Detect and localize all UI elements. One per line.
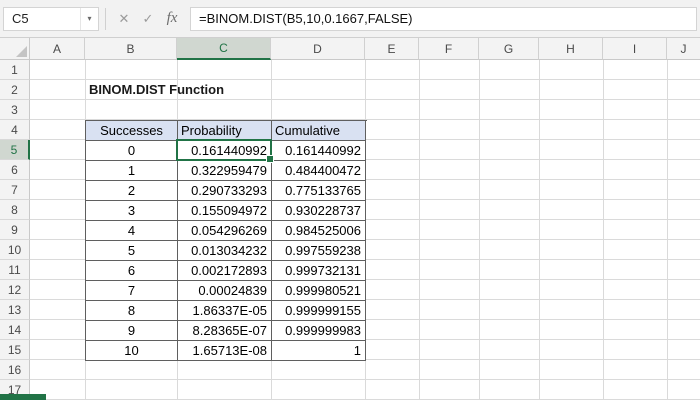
cell-b15[interactable]: 10 bbox=[86, 341, 178, 361]
cell-b12[interactable]: 7 bbox=[86, 281, 178, 301]
cell-d15[interactable]: 1 bbox=[272, 341, 366, 361]
column-headers: A B C D E F G H I J bbox=[0, 38, 700, 60]
row-header-3[interactable]: 3 bbox=[0, 100, 30, 120]
formula-input[interactable] bbox=[190, 6, 697, 31]
column-header-i[interactable]: I bbox=[603, 38, 667, 60]
table-row: 3 0.155094972 0.930228737 bbox=[86, 201, 367, 221]
name-box-input[interactable] bbox=[4, 11, 80, 26]
gridline bbox=[603, 60, 604, 400]
row-header-4[interactable]: 4 bbox=[0, 120, 30, 140]
cell-b10[interactable]: 5 bbox=[86, 241, 178, 261]
column-header-b[interactable]: B bbox=[85, 38, 177, 60]
row-header-5[interactable]: 5 bbox=[0, 140, 30, 160]
cell-c11[interactable]: 0.002172893 bbox=[178, 261, 272, 281]
column-header-j[interactable]: J bbox=[667, 38, 700, 60]
enter-icon[interactable]: ✓ bbox=[136, 7, 160, 31]
cell-c9[interactable]: 0.054296269 bbox=[178, 221, 272, 241]
name-box[interactable]: ▾ bbox=[3, 6, 99, 31]
table-row: 9 8.28365E-07 0.999999983 bbox=[86, 321, 367, 341]
cell-c7[interactable]: 0.290733293 bbox=[178, 181, 272, 201]
formula-bar: ▾ ✕ ✓ fx bbox=[0, 0, 700, 38]
cell-d12[interactable]: 0.999980521 bbox=[272, 281, 366, 301]
row-header-1[interactable]: 1 bbox=[0, 60, 30, 80]
worksheet-title: BINOM.DIST Function bbox=[89, 82, 225, 97]
cell-c6[interactable]: 0.322959479 bbox=[178, 161, 272, 181]
selection-outline bbox=[176, 139, 274, 163]
row-header-14[interactable]: 14 bbox=[0, 320, 30, 340]
column-header-e[interactable]: E bbox=[365, 38, 419, 60]
cell-b13[interactable]: 8 bbox=[86, 301, 178, 321]
cell-c14[interactable]: 8.28365E-07 bbox=[178, 321, 272, 341]
cell-d9[interactable]: 0.984525006 bbox=[272, 221, 366, 241]
table-row: 1 0.322959479 0.484400472 bbox=[86, 161, 367, 181]
header-probability[interactable]: Probability bbox=[178, 121, 272, 141]
cell-d7[interactable]: 0.775133765 bbox=[272, 181, 366, 201]
cell-b9[interactable]: 4 bbox=[86, 221, 178, 241]
column-header-f[interactable]: F bbox=[419, 38, 479, 60]
table-row: 10 1.65713E-08 1 bbox=[86, 341, 367, 361]
cell-b11[interactable]: 6 bbox=[86, 261, 178, 281]
row-header-11[interactable]: 11 bbox=[0, 260, 30, 280]
column-header-d[interactable]: D bbox=[271, 38, 365, 60]
header-successes[interactable]: Successes bbox=[86, 121, 178, 141]
row-header-13[interactable]: 13 bbox=[0, 300, 30, 320]
select-all-corner[interactable] bbox=[0, 38, 30, 60]
formula-bar-divider bbox=[105, 7, 106, 30]
row-headers: 1 2 3 4 5 6 7 8 9 10 11 12 13 14 15 16 1… bbox=[0, 60, 30, 400]
sheet-tab-fragment bbox=[0, 394, 46, 400]
column-header-h[interactable]: H bbox=[539, 38, 603, 60]
cell-c10[interactable]: 0.013034232 bbox=[178, 241, 272, 261]
cell-b6[interactable]: 1 bbox=[86, 161, 178, 181]
table-row: 7 0.00024839 0.999980521 bbox=[86, 281, 367, 301]
row-header-2[interactable]: 2 bbox=[0, 80, 30, 100]
cell-c15[interactable]: 1.65713E-08 bbox=[178, 341, 272, 361]
row-header-8[interactable]: 8 bbox=[0, 200, 30, 220]
row-header-10[interactable]: 10 bbox=[0, 240, 30, 260]
name-box-dropdown-icon[interactable]: ▾ bbox=[80, 7, 98, 30]
gridline bbox=[419, 60, 420, 400]
cancel-icon[interactable]: ✕ bbox=[112, 7, 136, 31]
row-header-12[interactable]: 12 bbox=[0, 280, 30, 300]
header-cumulative[interactable]: Cumulative bbox=[272, 121, 366, 141]
table-header-row: Successes Probability Cumulative bbox=[86, 121, 367, 141]
cell-b5[interactable]: 0 bbox=[86, 141, 178, 161]
cell-d5[interactable]: 0.161440992 bbox=[272, 141, 366, 161]
column-header-a[interactable]: A bbox=[30, 38, 85, 60]
column-header-g[interactable]: G bbox=[479, 38, 539, 60]
select-all-triangle-icon bbox=[16, 46, 27, 57]
cell-d14[interactable]: 0.999999983 bbox=[272, 321, 366, 341]
table-row: 2 0.290733293 0.775133765 bbox=[86, 181, 367, 201]
cell-d13[interactable]: 0.999999155 bbox=[272, 301, 366, 321]
cell-c13[interactable]: 1.86337E-05 bbox=[178, 301, 272, 321]
cell-d10[interactable]: 0.997559238 bbox=[272, 241, 366, 261]
gridline bbox=[539, 60, 540, 400]
column-header-c[interactable]: C bbox=[177, 38, 271, 60]
sheet-grid[interactable]: BINOM.DIST Function Successes Probabilit… bbox=[30, 60, 700, 400]
spreadsheet: A B C D E F G H I J 1 2 3 4 5 6 7 8 9 10… bbox=[0, 38, 700, 400]
cell-b14[interactable]: 9 bbox=[86, 321, 178, 341]
fill-handle[interactable] bbox=[266, 155, 274, 163]
row-header-7[interactable]: 7 bbox=[0, 180, 30, 200]
row-header-15[interactable]: 15 bbox=[0, 340, 30, 360]
insert-function-icon[interactable]: fx bbox=[160, 7, 184, 31]
cell-c12[interactable]: 0.00024839 bbox=[178, 281, 272, 301]
cell-c8[interactable]: 0.155094972 bbox=[178, 201, 272, 221]
cell-d6[interactable]: 0.484400472 bbox=[272, 161, 366, 181]
cell-b8[interactable]: 3 bbox=[86, 201, 178, 221]
table-row: 5 0.013034232 0.997559238 bbox=[86, 241, 367, 261]
table-row: 8 1.86337E-05 0.999999155 bbox=[86, 301, 367, 321]
gridline bbox=[667, 60, 668, 400]
row-header-16[interactable]: 16 bbox=[0, 360, 30, 380]
cell-b7[interactable]: 2 bbox=[86, 181, 178, 201]
cell-d11[interactable]: 0.999732131 bbox=[272, 261, 366, 281]
row-header-9[interactable]: 9 bbox=[0, 220, 30, 240]
row-header-6[interactable]: 6 bbox=[0, 160, 30, 180]
table-row: 4 0.054296269 0.984525006 bbox=[86, 221, 367, 241]
table-row: 6 0.002172893 0.999732131 bbox=[86, 261, 367, 281]
cell-d8[interactable]: 0.930228737 bbox=[272, 201, 366, 221]
gridline bbox=[479, 60, 480, 400]
